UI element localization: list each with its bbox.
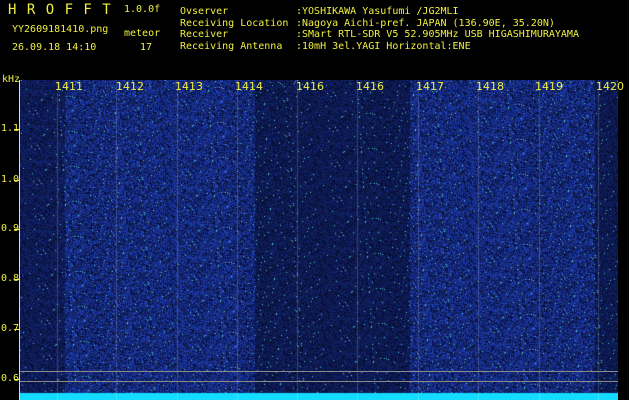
- y-tick-mark: [14, 229, 19, 230]
- y-tick-mark: [14, 329, 19, 330]
- minute-label: 1416: [296, 80, 324, 93]
- spectrogram-canvas: [20, 80, 618, 400]
- info-label-location: Receiving Location: [180, 17, 289, 29]
- minute-label: 1412: [116, 80, 144, 93]
- y-tick-mark: [14, 180, 19, 181]
- minute-label: 1413: [175, 80, 203, 93]
- filename-label: YY2609181410.png: [12, 24, 109, 35]
- info-label-receiver: Receiver: [180, 29, 229, 40]
- info-value-receiver: :SMart RTL-SDR V5 52.905MHz USB HIGASHIM…: [296, 29, 579, 40]
- app-title: H R O F F T: [8, 2, 112, 18]
- y-tick-mark: [14, 379, 19, 380]
- spectrogram: [20, 80, 618, 400]
- y-axis-unit: kHz: [2, 74, 21, 85]
- info-value-antenna: :10mH 3el.YAGI Horizontal:ENE: [296, 40, 471, 52]
- info-value-location: :Nagoya Aichi-pref. JAPAN (136.90E, 35.2…: [296, 17, 555, 29]
- mode-label: meteor: [124, 28, 161, 39]
- reference-line-lower: [20, 381, 618, 382]
- app-version: 1.0.0f: [124, 4, 161, 15]
- y-tick-mark: [14, 279, 19, 280]
- minute-label: 1414: [235, 80, 263, 93]
- minute-label: 1419: [535, 80, 563, 93]
- minute-label: 1417: [416, 80, 444, 93]
- info-value-observer: :YOSHIKAWA Yasufumi /JG2MLI: [296, 6, 459, 17]
- minute-label: 1420: [596, 80, 624, 93]
- minute-label: 1418: [476, 80, 504, 93]
- count-label: 17: [140, 42, 153, 53]
- datetime-label: 26.09.18 14:10: [12, 42, 97, 53]
- info-values: :YOSHIKAWA Yasufumi /JG2MLI :Nagoya Aich…: [296, 6, 579, 52]
- minute-label: 1411: [55, 80, 83, 93]
- reference-line-upper: [20, 371, 618, 372]
- info-label-observer: Ovserver: [180, 6, 229, 17]
- info-label-antenna: Receiving Antenna: [180, 40, 283, 52]
- info-labels: Ovserver Receiving Location Receiver Rec…: [180, 6, 288, 52]
- minute-label: 1416: [356, 80, 384, 93]
- y-tick-mark: [14, 129, 19, 130]
